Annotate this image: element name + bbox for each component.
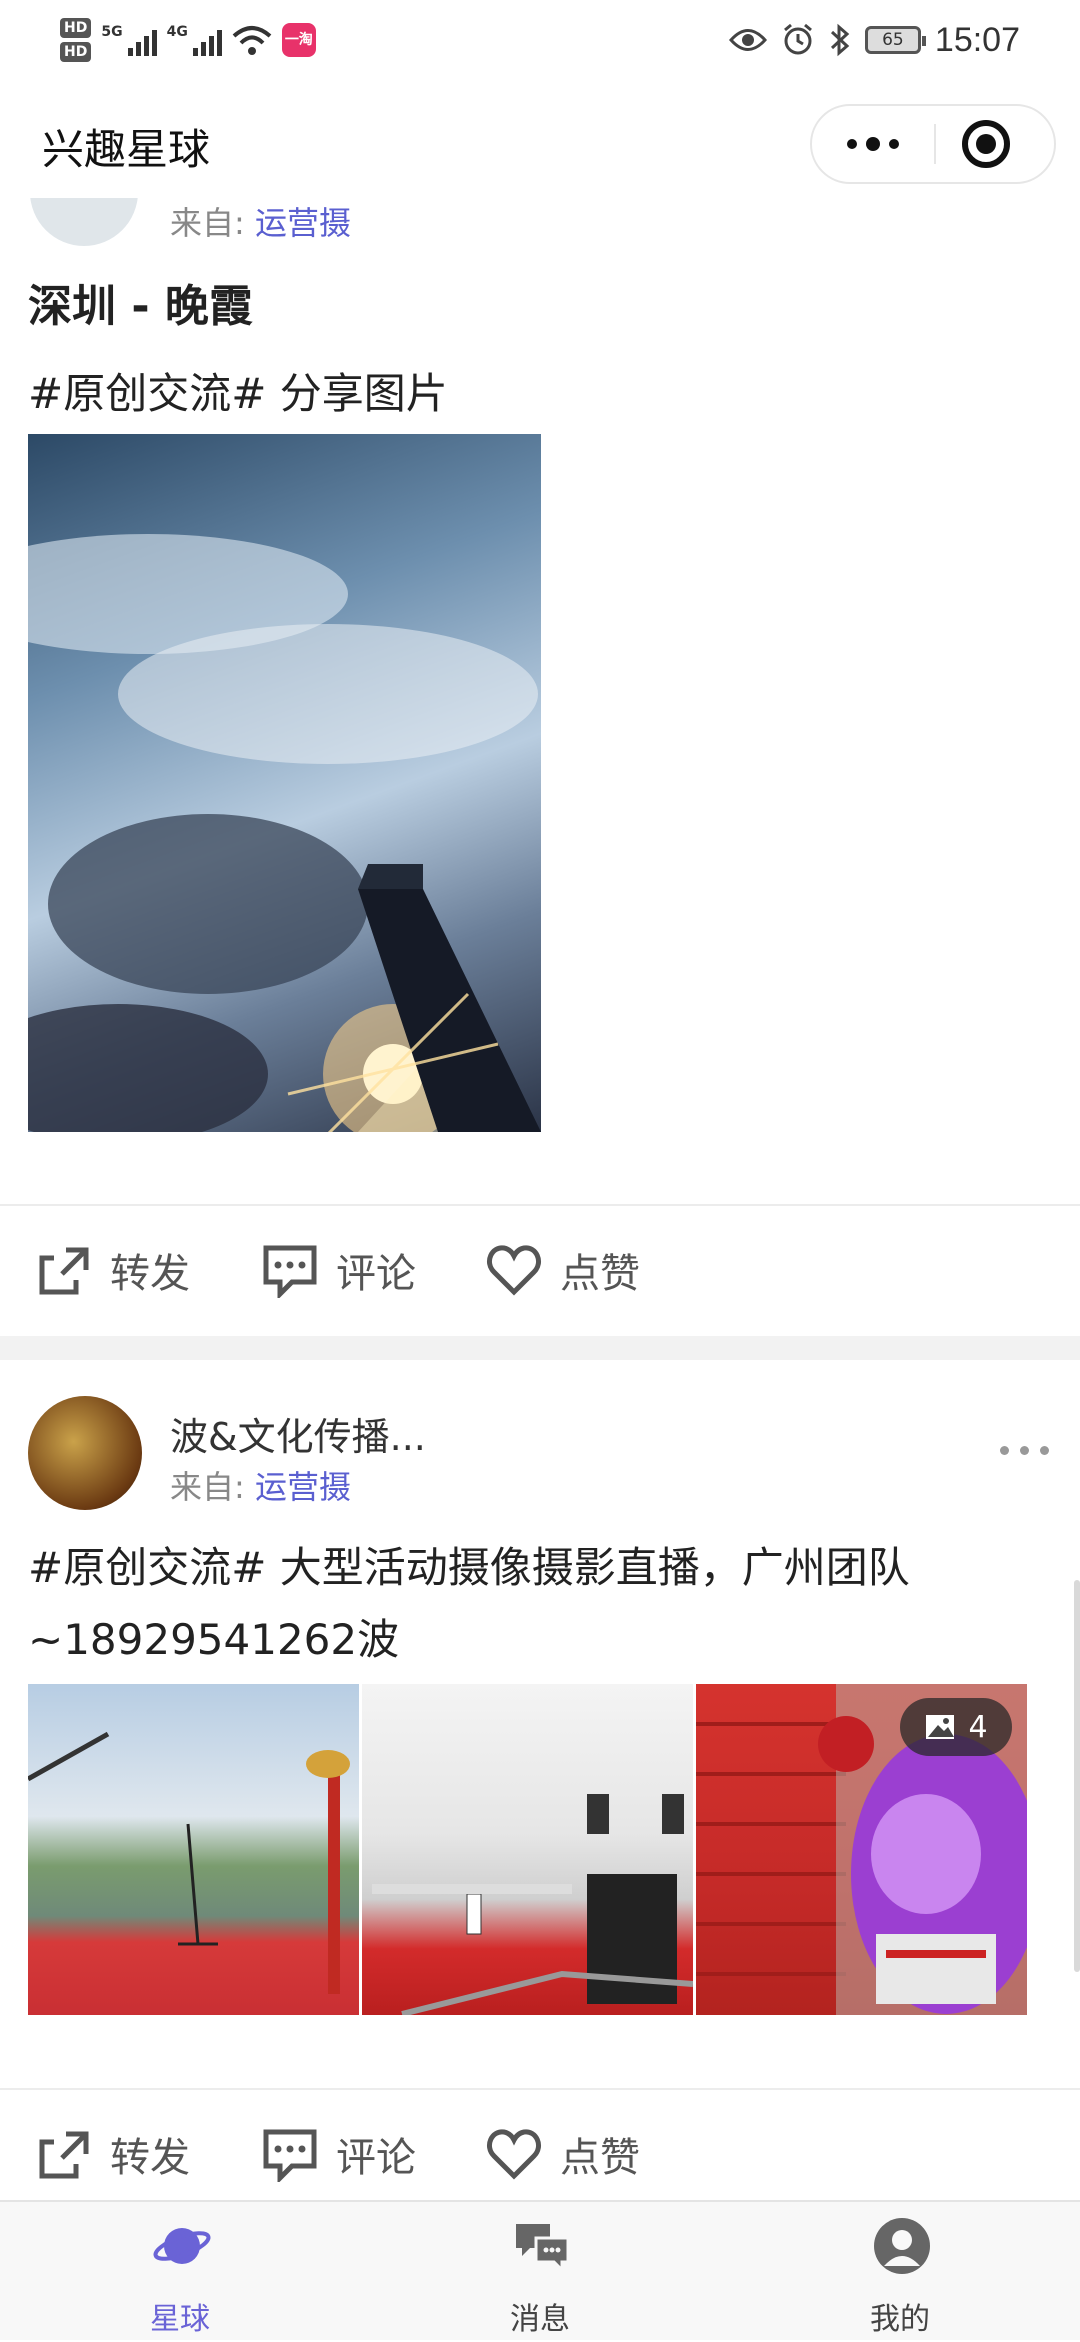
comment-button[interactable]: 评论	[262, 1240, 416, 1300]
source-prefix: 来自:	[170, 1468, 245, 1506]
comment-label: 评论	[336, 2135, 416, 2181]
more-options-button[interactable]	[812, 106, 934, 182]
battery-icon: 65	[864, 26, 926, 54]
tab-label: 星球	[150, 2302, 210, 2337]
battery-level: 65	[882, 30, 904, 50]
share-label: 转发	[110, 1251, 190, 1297]
image-count: 4	[968, 1709, 988, 1745]
eye-icon	[728, 29, 767, 51]
comment-button[interactable]: 评论	[262, 2124, 416, 2184]
tab-planet[interactable]: 星球	[0, 2202, 360, 2342]
heart-icon	[487, 1245, 541, 1296]
app-notification-icon: 一淘	[281, 23, 316, 57]
share-icon	[39, 1247, 89, 1295]
user-icon	[874, 2218, 930, 2274]
post-thumbnail[interactable]	[362, 1684, 693, 2015]
like-label: 点赞	[560, 1251, 640, 1297]
like-button[interactable]: 点赞	[486, 2124, 640, 2184]
post-actions: 转发 评论 点赞	[0, 1206, 1080, 1336]
more-dots-icon	[889, 139, 899, 149]
sunset-photo	[28, 534, 541, 1132]
more-dots-icon	[847, 139, 857, 149]
share-button[interactable]: 转发	[36, 1240, 190, 1300]
post-separator	[0, 1336, 1080, 1360]
post-photo[interactable]	[28, 434, 541, 1132]
signal-label: 4G	[166, 24, 188, 40]
miniprogram-capsule	[810, 104, 1056, 184]
tab-label: 消息	[510, 2302, 570, 2337]
more-dots-icon	[1040, 1446, 1049, 1455]
clock: 15:07	[934, 20, 1020, 59]
tab-label: 我的	[870, 2302, 930, 2337]
capsule-divider	[934, 124, 936, 164]
post-actions: 转发 评论 点赞	[0, 2090, 1080, 2200]
page-title: 兴趣星球	[42, 125, 211, 174]
bluetooth-icon	[830, 23, 850, 57]
avatar[interactable]	[30, 198, 138, 246]
planet-icon	[153, 2228, 211, 2264]
post-text: #原创交流# 大型活动摄像摄影直播，广州团队~18929541262波	[28, 1543, 910, 1664]
post-more-button[interactable]	[1000, 1446, 1049, 1455]
post-title: 深圳 - 晚霞	[28, 281, 253, 332]
feed[interactable]: 来自: 运营摄 深圳 - 晚霞 #原创交流# 分享图片 转发 评论 点赞 波&文…	[0, 198, 1080, 2200]
signal-label: 5G	[101, 24, 123, 40]
post-source: 来自: 运营摄	[170, 1462, 351, 1508]
more-dots-icon	[866, 137, 880, 151]
signal-4g-icon: 4G	[167, 24, 222, 56]
like-button[interactable]: 点赞	[486, 1240, 640, 1300]
like-label: 点赞	[560, 2135, 640, 2181]
chat-bubbles-icon	[516, 2224, 570, 2274]
comment-label: 评论	[336, 1251, 416, 1297]
share-icon	[39, 2131, 89, 2179]
source-link[interactable]: 运营摄	[255, 1468, 351, 1506]
more-dots-icon	[1000, 1446, 1009, 1455]
username[interactable]: 波&文化传播...	[170, 1406, 426, 1461]
tab-bar: 星球 消息 我的	[0, 2200, 1080, 2340]
hd-indicators: HD HD	[60, 18, 92, 62]
status-right: 65 15:07	[728, 12, 1020, 68]
signal-5g-icon: 5G	[101, 24, 157, 56]
source-link[interactable]: 运营摄	[255, 204, 351, 242]
comment-icon	[263, 2129, 317, 2182]
wifi-icon	[232, 26, 272, 55]
post-source: 来自: 运营摄	[170, 198, 351, 244]
post-thumbnail[interactable]	[28, 1684, 359, 2015]
event-photo	[372, 1794, 693, 2015]
image-icon	[926, 1715, 955, 1739]
alarm-icon	[783, 23, 812, 55]
status-bar: HD HD 5G 4G 一淘 65 15:07	[0, 0, 1080, 78]
title-bar: 兴趣星球	[0, 78, 1080, 198]
source-prefix: 来自:	[170, 204, 245, 242]
tab-messages[interactable]: 消息	[360, 2202, 720, 2342]
heart-icon	[487, 2129, 541, 2180]
share-label: 转发	[110, 2135, 190, 2181]
image-count-badge: 4	[900, 1698, 1012, 1756]
close-miniprogram-button[interactable]	[962, 120, 1010, 168]
tab-me[interactable]: 我的	[720, 2202, 1080, 2342]
scrollbar[interactable]	[1074, 1580, 1080, 1972]
hd-icon: HD	[60, 18, 92, 38]
avatar[interactable]	[28, 1396, 142, 1510]
more-dots-icon	[1020, 1446, 1029, 1455]
comment-icon	[263, 1245, 317, 1298]
post-text: #原创交流# 分享图片	[28, 369, 448, 418]
event-photo	[28, 1731, 350, 1994]
status-left: HD HD 5G 4G 一淘	[60, 10, 316, 70]
hd-icon: HD	[60, 42, 92, 62]
share-button[interactable]: 转发	[36, 2124, 190, 2184]
